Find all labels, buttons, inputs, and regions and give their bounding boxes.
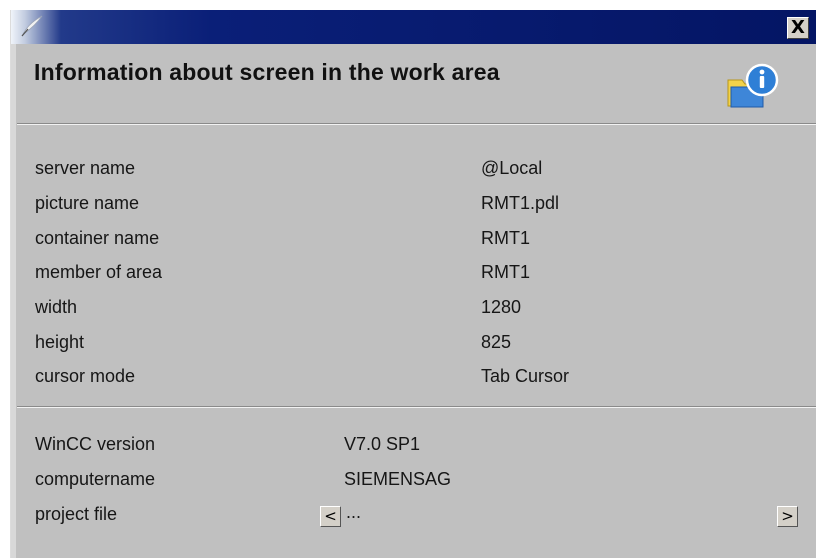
value-server-name: @Local <box>481 158 543 178</box>
value-container-name: RMT1 <box>481 228 530 248</box>
scroll-right-button[interactable]: > <box>777 506 798 527</box>
value-project-file: ... <box>346 502 362 522</box>
header-divider <box>17 123 816 125</box>
label-computername: computername <box>35 469 156 489</box>
value-wincc-version: V7.0 SP1 <box>344 434 421 454</box>
label-member-of-area: member of area <box>35 262 163 282</box>
label-container-name: container name <box>35 228 160 248</box>
value-height: 825 <box>481 332 512 352</box>
section-divider <box>17 406 816 408</box>
label-width: width <box>35 297 78 317</box>
info-dialog: X Information about screen in the work a… <box>10 10 816 558</box>
label-height: height <box>35 332 85 352</box>
value-width: 1280 <box>481 297 522 317</box>
label-cursor-mode: cursor mode <box>35 366 136 386</box>
quill-icon <box>19 14 45 43</box>
label-project-file: project file <box>35 504 118 524</box>
info-folder-icon <box>724 58 780 119</box>
label-server-name: server name <box>35 158 136 178</box>
value-picture-name: RMT1.pdl <box>481 193 560 213</box>
window-frame <box>11 44 16 558</box>
label-wincc-version: WinCC version <box>35 434 156 454</box>
label-picture-name: picture name <box>35 193 140 213</box>
close-button[interactable]: X <box>787 17 809 39</box>
scroll-left-button[interactable]: < <box>320 506 341 527</box>
dialog-heading: Information about screen in the work are… <box>34 59 500 85</box>
value-cursor-mode: Tab Cursor <box>481 366 570 386</box>
value-member-of-area: RMT1 <box>481 262 530 282</box>
title-bar[interactable]: X <box>11 10 816 44</box>
value-computername: SIEMENSAG <box>344 469 452 489</box>
